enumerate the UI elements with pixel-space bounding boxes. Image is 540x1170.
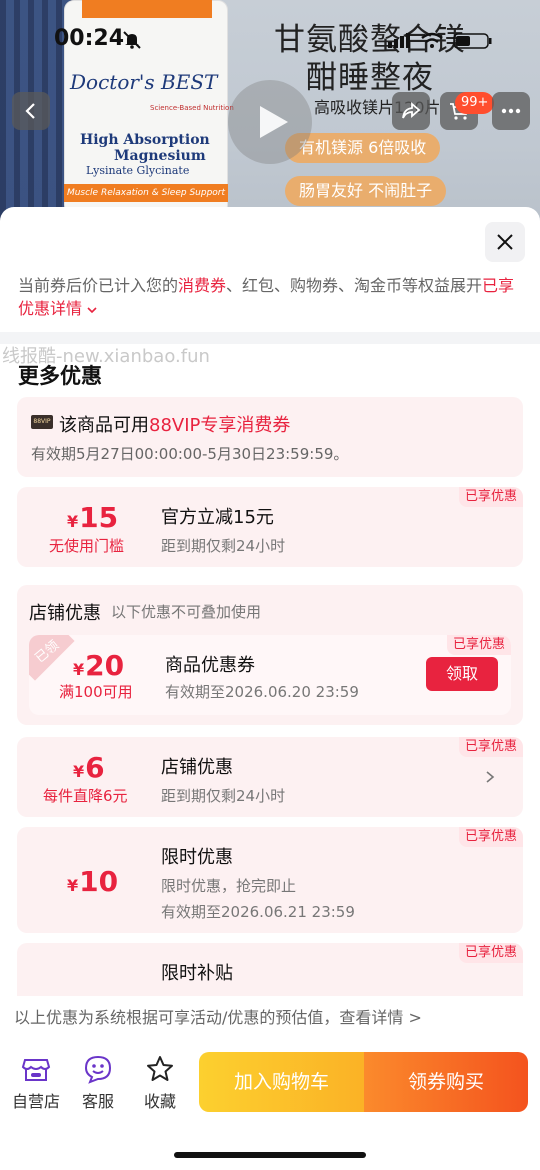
store-section-note: 以下优惠不可叠加使用	[111, 603, 262, 621]
status-time: 00:24	[54, 26, 125, 51]
status-badge: 已享优惠	[458, 737, 523, 757]
status-badge: 已享优惠	[458, 827, 523, 847]
status-badge: 已享优惠	[446, 635, 511, 655]
favorite-nav-button[interactable]: 收藏	[130, 1054, 190, 1112]
shop-desc: 距到期仅剩24小时	[161, 787, 286, 805]
official-amount: ¥15	[67, 501, 119, 534]
store-discount-section: 店铺优惠 以下优惠不可叠加使用 已领 ¥20 满100可用 商品优惠券 有效期至…	[17, 585, 523, 725]
notice-text-1: 当前券后价已计入您的	[18, 276, 179, 295]
service-nav-button[interactable]: 客服	[68, 1054, 128, 1112]
shop-condition: 每件直降6元	[43, 787, 128, 805]
shop-discount-card[interactable]: ¥6 每件直降6元 店铺优惠 距到期仅剩24小时 已享优惠	[17, 737, 523, 817]
screen: Doctor's BEST Science-Based Nutrition Hi…	[0, 0, 540, 1170]
add-to-cart-button[interactable]: 加入购物车	[199, 1052, 364, 1112]
store-section-title: 店铺优惠	[29, 603, 101, 624]
service-nav-label: 客服	[81, 1092, 114, 1111]
store-nav-label: 自营店	[11, 1092, 60, 1111]
vip-badge-icon: 88VIP	[31, 415, 53, 429]
hero-pill-2: 肠胃友好 不闹肚子	[285, 176, 447, 206]
cart-count-badge: 99+	[455, 92, 495, 114]
back-button[interactable]	[12, 92, 50, 130]
official-title: 官方立减15元	[161, 507, 274, 528]
official-condition: 无使用门槛	[49, 537, 125, 555]
product-coupon-title: 商品优惠券	[165, 655, 255, 676]
estimate-note[interactable]: 以上优惠为系统根据可享活动/优惠的预估值，查看详情 >	[0, 996, 540, 1038]
video-play-button[interactable]	[228, 80, 312, 164]
close-icon	[497, 234, 513, 250]
bottle-cap	[82, 0, 212, 18]
status-indicators	[388, 30, 498, 50]
bottle-line3: Lysinate Glycinate	[86, 164, 190, 177]
claim-and-buy-button[interactable]: 领券购买	[364, 1052, 528, 1112]
battery-icon	[453, 33, 492, 49]
bottle-line2: Magnesium	[114, 148, 206, 164]
share-icon	[402, 102, 421, 119]
signal-icon	[388, 33, 410, 48]
chevron-right-icon[interactable]	[484, 770, 496, 784]
favorite-nav-label: 收藏	[143, 1092, 176, 1111]
limited-desc-2: 有效期至2026.06.21 23:59	[161, 903, 355, 921]
share-button[interactable]	[392, 92, 430, 130]
notice-text-2: 、红包、购物券、淘金币等权益展开	[226, 276, 483, 295]
bottle-brand: Doctor's BEST	[70, 70, 218, 94]
customer-service-icon	[84, 1055, 112, 1084]
wifi-icon	[421, 32, 443, 48]
vip-coupon-card[interactable]: 88VIP 该商品可用88VIP专享消费券 有效期5月27日00:00:00-5…	[17, 397, 523, 477]
close-button[interactable]	[485, 222, 525, 262]
bottle-band: Muscle Relaxation & Sleep Support	[64, 184, 228, 202]
star-icon	[147, 1056, 173, 1081]
official-desc: 距到期仅剩24小时	[161, 537, 286, 555]
bell-muted-icon	[122, 30, 142, 50]
product-coupon-desc: 有效期至2026.06.20 23:59	[165, 683, 359, 701]
chevron-down-icon	[87, 306, 97, 313]
limited-discount-card[interactable]: ¥10 限时优惠 限时优惠，抢完即止 有效期至2026.06.21 23:59 …	[17, 827, 523, 933]
status-badge: 已享优惠	[458, 943, 523, 963]
product-coupon-amount: ¥20	[73, 649, 125, 682]
store-icon	[21, 1059, 51, 1081]
more-button[interactable]	[492, 92, 530, 130]
vip-coupon-name: 88VIP专享消费券	[149, 415, 291, 436]
play-icon	[260, 106, 288, 138]
bottle-line1: High Absorption	[80, 132, 210, 148]
limited-desc-1: 限时优惠，抢完即止	[161, 877, 297, 895]
shop-amount: ¥6	[73, 751, 105, 784]
official-discount-card[interactable]: ¥15 无使用门槛 官方立减15元 距到期仅剩24小时 已享优惠	[17, 487, 523, 567]
hero-title-line2: 酣睡整夜	[306, 60, 434, 96]
shop-title: 店铺优惠	[161, 757, 233, 778]
section-title: 更多优惠	[18, 364, 102, 388]
product-coupon-condition: 满100可用	[59, 683, 133, 701]
store-nav-button[interactable]: 自营店	[6, 1054, 66, 1112]
limited-amount: ¥10	[67, 865, 119, 898]
vip-headline: 该商品可用88VIP专享消费券	[59, 411, 290, 437]
notice-consumer-coupon: 消费券	[178, 276, 227, 295]
claim-coupon-button[interactable]: 领取	[426, 657, 498, 691]
more-dots-icon	[501, 108, 521, 114]
limited-title: 限时优惠	[161, 847, 233, 868]
subsidy-title: 限时补贴	[161, 963, 233, 984]
vip-prefix: 该商品可用	[59, 415, 149, 436]
home-indicator[interactable]	[174, 1152, 366, 1158]
bottle-tag: Science-Based Nutrition	[150, 104, 234, 112]
vip-validity: 有效期5月27日00:00:00-5月30日23:59:59。	[31, 445, 349, 463]
estimate-note-text: 以上优惠为系统根据可享活动/优惠的预估值，查看详情 >	[14, 1008, 422, 1027]
back-arrow-icon	[25, 103, 35, 119]
discount-notice: 当前券后价已计入您的消费券、红包、购物券、淘金币等权益展开已享优惠详情	[18, 274, 518, 320]
status-badge: 已享优惠	[458, 487, 523, 507]
